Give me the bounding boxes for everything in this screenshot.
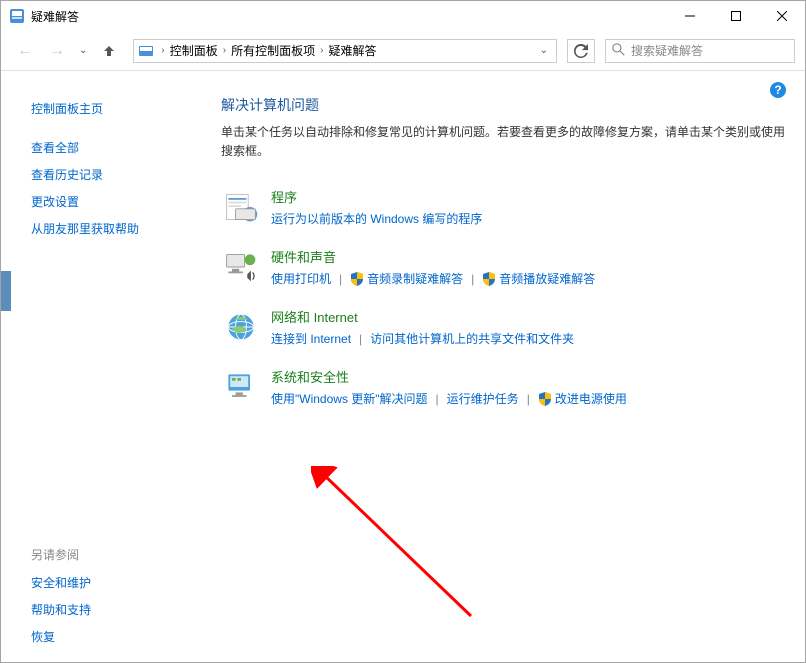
category-network: 网络和 Internet 连接到 Internet | 访问其他计算机上的共享文… <box>221 299 785 359</box>
refresh-button[interactable] <box>567 39 595 63</box>
page-description: 单击某个任务以自动排除和修复常见的计算机问题。若要查看更多的故障修复方案，请单击… <box>221 123 785 179</box>
window-controls <box>667 1 805 31</box>
sidebar-link[interactable]: 更改设置 <box>31 188 181 215</box>
window-title: 疑难解答 <box>31 8 667 25</box>
separator: | <box>428 392 447 406</box>
separator: | <box>463 272 482 286</box>
category-hardware-sound: 硬件和声音 使用打印机 | 音频录制疑难解答 | 音频播放疑难解答 <box>221 239 785 299</box>
troubleshoot-link[interactable]: 连接到 Internet <box>271 330 351 347</box>
separator: | <box>351 332 370 346</box>
category-title[interactable]: 硬件和声音 <box>271 247 336 270</box>
chevron-right-icon: › <box>158 45 167 56</box>
breadcrumb-item[interactable]: 所有控制面板项 <box>229 42 317 59</box>
network-icon <box>221 307 261 347</box>
troubleshoot-link-windows-update[interactable]: 使用"Windows 更新"解决问题 <box>271 390 428 407</box>
category-title[interactable]: 系统和安全性 <box>271 367 349 390</box>
sidebar-link[interactable]: 从朋友那里获取帮助 <box>31 215 181 242</box>
troubleshoot-link[interactable]: 运行为以前版本的 Windows 编写的程序 <box>271 210 482 227</box>
category-system-security: 系统和安全性 使用"Windows 更新"解决问题 | 运行维护任务 | 改进电… <box>221 359 785 419</box>
sidebar-home-link[interactable]: 控制面板主页 <box>31 95 181 122</box>
main-panel: ? 解决计算机问题 单击某个任务以自动排除和修复常见的计算机问题。若要查看更多的… <box>201 71 805 662</box>
sidebar-link[interactable]: 查看全部 <box>31 134 181 161</box>
troubleshoot-link[interactable]: 改进电源使用 <box>555 390 627 407</box>
shield-icon <box>538 392 552 406</box>
separator: | <box>331 272 350 286</box>
sidebar-seealso-link[interactable]: 帮助和支持 <box>31 596 181 623</box>
breadcrumb: › 控制面板 › 所有控制面板项 › 疑难解答 <box>158 42 535 59</box>
shield-icon <box>482 272 496 286</box>
nav-history-dropdown[interactable]: ⌄ <box>75 45 91 56</box>
content-area: 控制面板主页 查看全部 查看历史记录 更改设置 从朋友那里获取帮助 另请参阅 安… <box>1 71 805 662</box>
troubleshoot-link[interactable]: 音频播放疑难解答 <box>499 270 595 287</box>
window-frame: 疑难解答 ← → ⌄ › 控制面板 › <box>0 0 806 663</box>
svg-text:?: ? <box>774 83 781 97</box>
search-input[interactable]: 搜索疑难解答 <box>605 39 795 63</box>
chevron-right-icon: › <box>220 45 229 56</box>
programs-icon <box>221 187 261 227</box>
sidebar-link[interactable]: 查看历史记录 <box>31 161 181 188</box>
troubleshoot-link[interactable]: 访问其他计算机上的共享文件和文件夹 <box>370 330 574 347</box>
decorative-edge <box>1 271 11 311</box>
address-dropdown-icon[interactable]: ⌄ <box>536 45 552 56</box>
page-title: 解决计算机问题 <box>221 95 785 123</box>
sidebar-seealso-link[interactable]: 恢复 <box>31 623 181 650</box>
breadcrumb-item[interactable]: 控制面板 <box>168 42 220 59</box>
close-button[interactable] <box>759 1 805 31</box>
shield-icon <box>350 272 364 286</box>
category-title[interactable]: 程序 <box>271 187 297 210</box>
hardware-sound-icon <box>221 247 261 287</box>
nav-up-button[interactable] <box>95 37 123 65</box>
separator: | <box>519 392 538 406</box>
see-also-heading: 另请参阅 <box>31 540 181 569</box>
address-bar[interactable]: › 控制面板 › 所有控制面板项 › 疑难解答 ⌄ <box>133 39 557 63</box>
breadcrumb-item[interactable]: 疑难解答 <box>326 42 378 59</box>
sidebar-seealso-link[interactable]: 安全和维护 <box>31 569 181 596</box>
app-icon <box>9 8 25 24</box>
navbar: ← → ⌄ › 控制面板 › 所有控制面板项 › 疑难解答 ⌄ <box>1 31 805 71</box>
troubleshoot-link[interactable]: 运行维护任务 <box>447 390 519 407</box>
help-icon[interactable]: ? <box>769 81 787 99</box>
chevron-right-icon: › <box>317 45 326 56</box>
nav-forward-button[interactable]: → <box>43 37 71 65</box>
minimize-button[interactable] <box>667 1 713 31</box>
troubleshoot-link[interactable]: 使用打印机 <box>271 270 331 287</box>
search-icon <box>612 43 625 59</box>
troubleshoot-link[interactable]: 音频录制疑难解答 <box>367 270 463 287</box>
maximize-button[interactable] <box>713 1 759 31</box>
location-icon <box>138 43 154 59</box>
system-security-icon <box>221 367 261 407</box>
search-placeholder: 搜索疑难解答 <box>631 42 703 59</box>
category-title[interactable]: 网络和 Internet <box>271 307 358 330</box>
sidebar: 控制面板主页 查看全部 查看历史记录 更改设置 从朋友那里获取帮助 另请参阅 安… <box>1 71 201 662</box>
nav-back-button[interactable]: ← <box>11 37 39 65</box>
category-programs: 程序 运行为以前版本的 Windows 编写的程序 <box>221 179 785 239</box>
titlebar: 疑难解答 <box>1 1 805 31</box>
